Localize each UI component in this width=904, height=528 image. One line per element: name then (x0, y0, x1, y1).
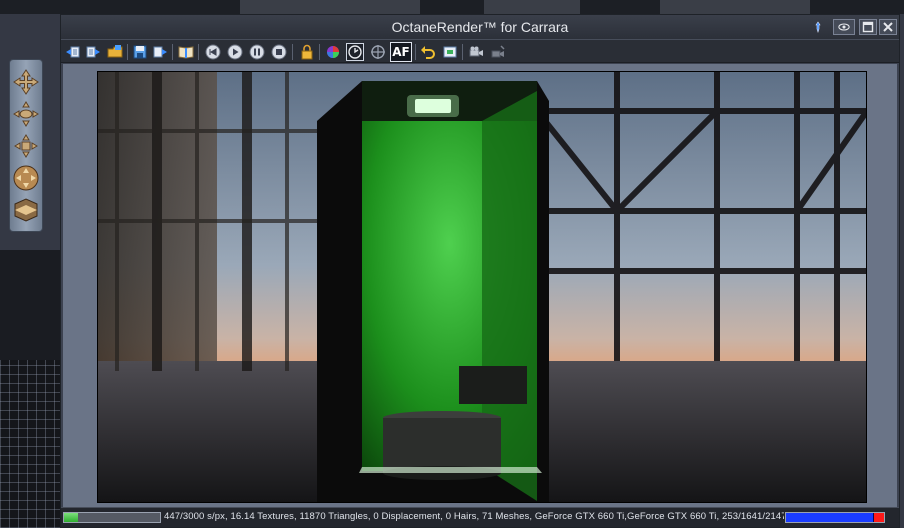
open-folder-button[interactable] (106, 43, 124, 61)
rendered-scene (97, 71, 867, 503)
scale-arrows-icon (14, 134, 38, 158)
restart-icon (205, 44, 221, 60)
save-image-button[interactable] (131, 43, 149, 61)
lock-button[interactable] (298, 43, 316, 61)
eye-icon (838, 23, 850, 31)
rotate-arrows-icon (13, 101, 39, 127)
crosshair-button[interactable] (369, 43, 387, 61)
crosshair-icon (371, 45, 385, 59)
folder-icon (107, 45, 123, 58)
preview-button[interactable] (833, 19, 855, 35)
stop-render-button[interactable] (270, 43, 288, 61)
title-bar[interactable]: OctaneRender™ for Carrara (61, 15, 899, 39)
status-bar: 447/3000 s/px, 16.14 Textures, 11870 Tri… (61, 507, 899, 527)
render-preview-image[interactable] (97, 71, 867, 503)
camera-icon (469, 46, 483, 57)
move-arrows-icon (13, 69, 39, 95)
material-picker-button[interactable] (324, 43, 342, 61)
autofocus-button[interactable]: AF (390, 42, 412, 62)
move-tool[interactable] (11, 67, 41, 97)
rotate-tool[interactable] (11, 99, 41, 129)
close-button[interactable] (879, 19, 897, 35)
pin-button[interactable] (809, 19, 827, 35)
render-statistics: 447/3000 s/px, 16.14 Textures, 11870 Tri… (164, 511, 784, 522)
export-button[interactable] (84, 43, 102, 61)
color-sphere-icon (327, 46, 339, 58)
camera-link-button[interactable] (489, 43, 507, 61)
restart-render-button[interactable] (204, 43, 222, 61)
stop-icon (271, 44, 287, 60)
save-icon (133, 45, 147, 59)
save-render-button[interactable] (151, 43, 169, 61)
render-progress-bar (63, 512, 161, 523)
export-icon (86, 46, 100, 58)
render-viewport[interactable] (63, 64, 897, 507)
gpu-memory-used (786, 513, 873, 522)
floor-plane-icon (14, 198, 38, 222)
camera-button[interactable] (467, 43, 485, 61)
export-icon (153, 46, 167, 58)
maximize-button[interactable] (859, 19, 877, 35)
focus-icon (348, 45, 362, 59)
octane-toolbar: AF (61, 39, 899, 63)
octane-render-window: OctaneRender™ for Carrara AF 447/3000 s/… (60, 14, 900, 528)
import-button[interactable] (64, 43, 82, 61)
maximize-icon (862, 21, 874, 33)
region-icon (443, 46, 457, 58)
undo-button[interactable] (419, 43, 437, 61)
library-button[interactable] (177, 43, 195, 61)
play-icon (227, 44, 243, 60)
pause-icon (249, 44, 265, 60)
gpu-memory-peak (874, 513, 884, 522)
tool-palette (9, 59, 43, 232)
camera-link-icon (491, 45, 505, 58)
gpu-memory-bar (785, 512, 885, 523)
3d-viewport-sky (0, 250, 62, 360)
region-button[interactable] (441, 43, 459, 61)
lock-icon (301, 44, 313, 60)
sphere-move-icon (13, 165, 39, 191)
sphere-tool[interactable] (11, 163, 41, 193)
workspace-top-strip (0, 0, 904, 14)
import-icon (66, 46, 80, 58)
pause-render-button[interactable] (248, 43, 266, 61)
scale-tool[interactable] (11, 131, 41, 161)
undo-icon (421, 46, 435, 59)
book-icon (178, 46, 194, 59)
render-progress-fill (64, 513, 78, 522)
window-title: OctaneRender™ for Carrara (391, 19, 569, 35)
floor-tool[interactable] (11, 195, 41, 225)
focus-picker-button[interactable] (346, 43, 364, 61)
close-icon (883, 22, 893, 32)
play-render-button[interactable] (226, 43, 244, 61)
pin-icon (815, 21, 821, 33)
